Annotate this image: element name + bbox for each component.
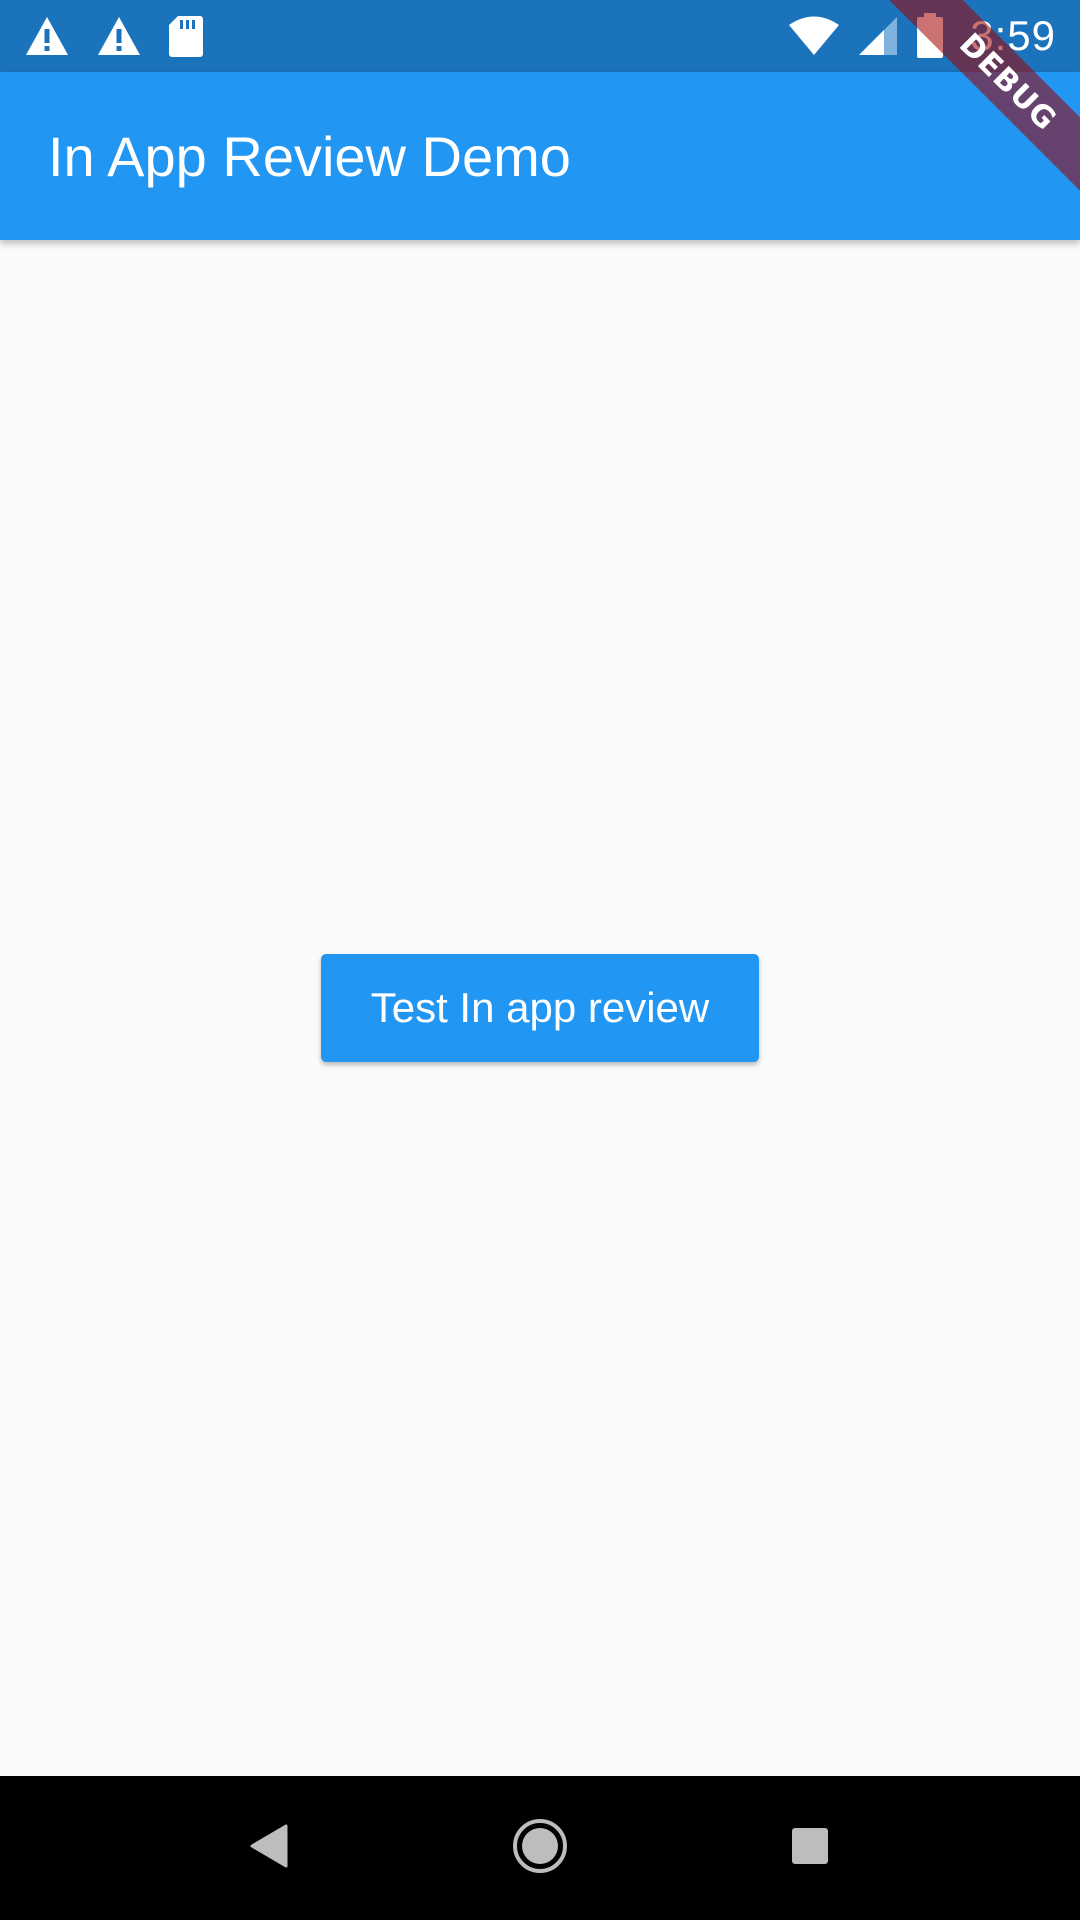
test-in-app-review-button[interactable]: Test In app review bbox=[321, 954, 759, 1062]
status-right-icons: 3:59 bbox=[788, 12, 1056, 60]
wifi-icon bbox=[788, 16, 840, 56]
cell-signal-icon bbox=[858, 16, 898, 56]
app-screen: 3:59 In App Review Demo DEBUG Test In ap… bbox=[0, 0, 1080, 1920]
main-content: Test In app review bbox=[0, 240, 1080, 1776]
warning-icon bbox=[24, 15, 70, 57]
recents-button[interactable] bbox=[765, 1803, 855, 1893]
home-icon bbox=[512, 1818, 568, 1879]
status-time: 3:59 bbox=[970, 12, 1056, 59]
app-title: In App Review Demo bbox=[48, 124, 571, 188]
back-icon bbox=[250, 1824, 290, 1873]
battery-icon bbox=[916, 13, 944, 59]
status-bar: 3:59 bbox=[0, 0, 1080, 72]
back-button[interactable] bbox=[225, 1803, 315, 1893]
recents-icon bbox=[790, 1826, 830, 1871]
navigation-bar bbox=[0, 1776, 1080, 1920]
warning-icon bbox=[96, 15, 142, 57]
home-button[interactable] bbox=[495, 1803, 585, 1893]
status-left-icons bbox=[24, 14, 204, 58]
sd-card-icon bbox=[168, 14, 204, 58]
app-bar: In App Review Demo bbox=[0, 72, 1080, 240]
